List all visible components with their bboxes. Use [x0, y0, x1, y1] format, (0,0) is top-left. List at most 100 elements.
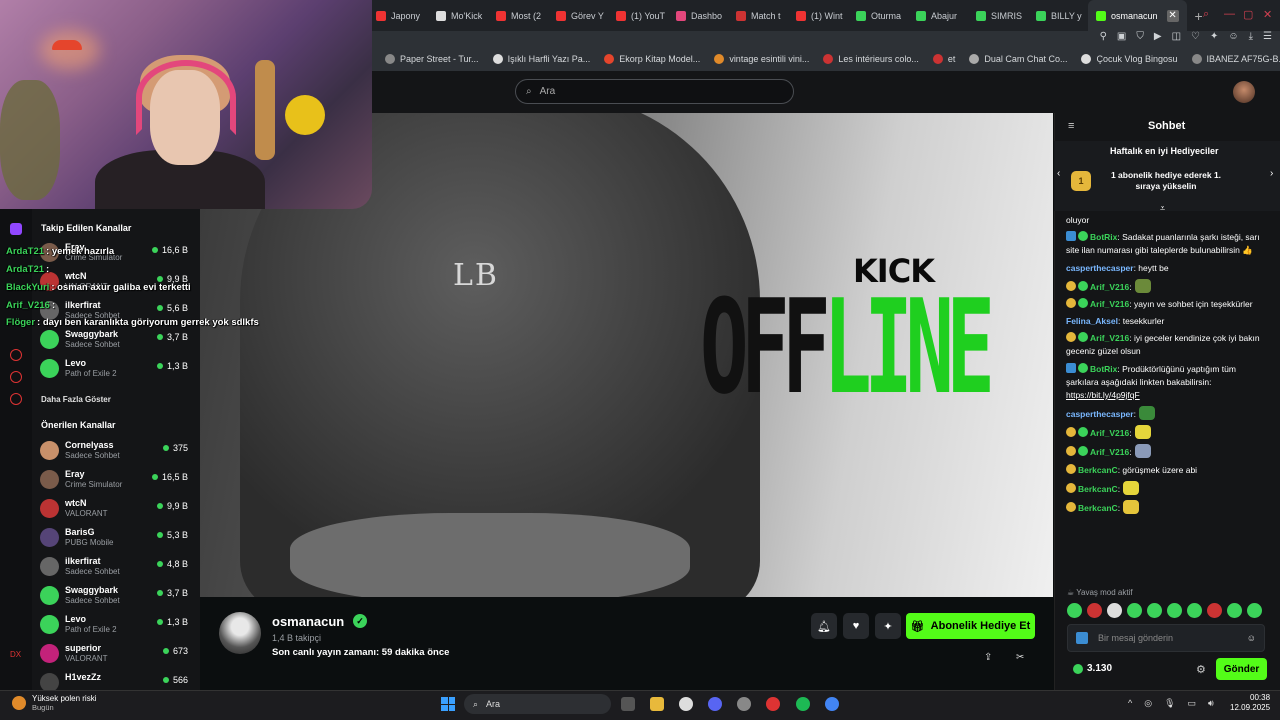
sparkle-button[interactable]: ✦: [875, 613, 901, 639]
user-avatar[interactable]: [1233, 81, 1255, 103]
volume-icon[interactable]: 🔊︎: [1208, 698, 1214, 709]
search-tabs-icon[interactable]: ⌕: [1203, 8, 1209, 21]
emote-picker-icon[interactable]: [1207, 603, 1222, 618]
close-tab-icon[interactable]: ✕: [1166, 9, 1179, 22]
bookmark-item[interactable]: Çocuk Vlog Bingosu: [1081, 53, 1178, 64]
heart-icon[interactable]: ♡: [1191, 31, 1200, 42]
chat-collapse-icon[interactable]: ≡: [1068, 120, 1074, 132]
sidebar-channel-item[interactable]: Levo Path of Exile 2 1,3 B: [40, 613, 190, 637]
sidebar-channel-item[interactable]: ilkerfirat Sadece Sohbet 4,8 B: [40, 555, 190, 579]
bookmark-item[interactable]: Les intérieurs colo...: [823, 53, 919, 64]
chat-username[interactable]: BerkcanC: [1078, 484, 1118, 494]
chrome-icon[interactable]: [825, 697, 839, 711]
display-icon[interactable]: ▭: [1188, 698, 1197, 709]
twitch-icon[interactable]: [10, 223, 22, 235]
emote-picker-icon[interactable]: [1107, 603, 1122, 618]
show-more-link[interactable]: Daha Fazla Göster: [41, 395, 111, 404]
browser-tab[interactable]: Match t: [728, 0, 788, 31]
chat-settings-icon[interactable]: ⚙: [1196, 663, 1206, 676]
sidebar-channel-item[interactable]: Swaggybark Sadece Sohbet 3,7 B: [40, 328, 190, 352]
sidebar-channel-item[interactable]: wtcN VALORANT 9,9 B: [40, 497, 190, 521]
chat-username[interactable]: Arif_V216: [1090, 447, 1129, 457]
emote-picker-icon[interactable]: [1067, 603, 1082, 618]
sidebar-channel-item[interactable]: Cornelyass Sadece Sohbet 375: [40, 439, 190, 463]
opera-icon[interactable]: [766, 697, 780, 711]
gifters-next-icon[interactable]: ›: [1270, 168, 1273, 179]
minimize-icon[interactable]: —: [1224, 8, 1235, 20]
clip-icon[interactable]: ✂: [1016, 652, 1024, 663]
close-window-icon[interactable]: ✕: [1263, 8, 1272, 21]
file-explorer-icon[interactable]: [650, 697, 664, 711]
start-button[interactable]: [441, 697, 455, 711]
chat-username[interactable]: BotRix: [1090, 364, 1117, 374]
emote-picker-icon[interactable]: [1247, 603, 1262, 618]
chat-username[interactable]: casperthecasper: [1066, 263, 1134, 273]
download-icon[interactable]: ⤓: [1249, 31, 1253, 42]
browser-tab[interactable]: (1) Wint: [788, 0, 848, 31]
emoji-icon[interactable]: ☺: [1247, 633, 1256, 643]
emote-picker-icon[interactable]: [1227, 603, 1242, 618]
bookmark-item[interactable]: vintage esintili vini...: [714, 53, 809, 64]
browser-tab[interactable]: Most (2: [488, 0, 548, 31]
chat-username[interactable]: Arif_V216: [1090, 299, 1129, 309]
share-icon[interactable]: ⇪: [984, 652, 992, 663]
profile-icon[interactable]: ☺: [1228, 31, 1238, 42]
channel-points[interactable]: 3.130: [1073, 663, 1112, 674]
chat-username[interactable]: Arif_V216: [1090, 428, 1129, 438]
shield-icon[interactable]: ⛉: [1136, 31, 1144, 42]
maximize-icon[interactable]: ▢: [1243, 8, 1253, 21]
emote-picker-icon[interactable]: [1087, 603, 1102, 618]
ext-icon[interactable]: DX: [10, 650, 22, 662]
chat-username[interactable]: BerkcanC: [1078, 465, 1118, 475]
bookmark-item[interactable]: IBANEZ AF75G-B...: [1191, 53, 1280, 64]
browser-tab[interactable]: Japony: [368, 0, 428, 31]
bookmark-item[interactable]: Ekorp Kitap Model...: [604, 53, 700, 64]
sidebar-channel-item[interactable]: Swaggybark Sadece Sohbet 3,7 B: [40, 584, 190, 608]
spotify-icon[interactable]: [796, 697, 810, 711]
browser-tab[interactable]: Dashbo: [668, 0, 728, 31]
chat-username[interactable]: Arif_V216: [1090, 282, 1129, 292]
play-icon[interactable]: ▶: [1154, 31, 1162, 42]
emote-picker-icon[interactable]: [1187, 603, 1202, 618]
discord-icon[interactable]: [10, 371, 22, 383]
emote-picker-icon[interactable]: [1147, 603, 1162, 618]
chevron-up-icon[interactable]: ^: [1128, 698, 1132, 709]
browser-tab[interactable]: SIMRIS: [968, 0, 1028, 31]
bookmark-item[interactable]: Işıklı Harfli Yazı Pa...: [492, 53, 590, 64]
app-icon[interactable]: [737, 697, 751, 711]
chat-link[interactable]: https://bit.ly/4p9jfqF: [1066, 390, 1140, 400]
sidebar-channel-item[interactable]: Eray Crime Simulator 16,5 B: [40, 468, 190, 492]
browser-tab[interactable]: Abajur: [908, 0, 968, 31]
settings-app-icon[interactable]: [679, 697, 693, 711]
emote-picker-icon[interactable]: [1127, 603, 1142, 618]
channel-avatar[interactable]: [219, 612, 261, 654]
send-button[interactable]: Gönder: [1216, 658, 1267, 680]
emote-picker-icon[interactable]: [1167, 603, 1182, 618]
gifters-prev-icon[interactable]: ‹: [1057, 168, 1060, 179]
browser-tab[interactable]: Mo'Kick: [428, 0, 488, 31]
browser-tab[interactable]: (1) YouT: [608, 0, 668, 31]
mic-icon[interactable]: 🎙︎: [1164, 698, 1175, 709]
channel-name[interactable]: osmanacun: [272, 614, 344, 629]
menu-icon[interactable]: ☰: [1263, 31, 1272, 42]
sidebar-channel-item[interactable]: Levo Path of Exile 2 1,3 B: [40, 357, 190, 381]
history-icon[interactable]: [10, 349, 22, 361]
sidebar-channel-item[interactable]: BarisG PUBG Mobile 5,3 B: [40, 526, 190, 550]
weather-widget[interactable]: Yüksek polen riski Bugün: [12, 694, 96, 712]
settings-icon[interactable]: [10, 393, 22, 405]
browser-tab-active[interactable]: osmanacun ✕: [1088, 0, 1187, 31]
bookmark-item[interactable]: Dual Cam Chat Co...: [969, 53, 1067, 64]
task-view-icon[interactable]: [621, 697, 635, 711]
clock[interactable]: 00:38 12.09.2025: [1230, 693, 1270, 714]
browser-tab[interactable]: BILLY y: [1028, 0, 1088, 31]
discord-app-icon[interactable]: [708, 697, 722, 711]
bookmark-item[interactable]: Paper Street - Tur...: [385, 53, 479, 64]
bookmark-item[interactable]: et: [932, 53, 955, 64]
network-icon[interactable]: ◎: [1144, 698, 1152, 709]
pin-icon[interactable]: ⚲: [1100, 31, 1107, 42]
gift-subscription-button[interactable]: 🎁︎ Abonelik Hediye Et: [906, 613, 1035, 639]
follow-button[interactable]: ♥: [843, 613, 869, 639]
chat-username[interactable]: casperthecasper: [1066, 409, 1134, 419]
screenshot-icon[interactable]: ▣: [1117, 31, 1126, 42]
taskbar-search[interactable]: ⌕ Ara: [464, 694, 611, 714]
